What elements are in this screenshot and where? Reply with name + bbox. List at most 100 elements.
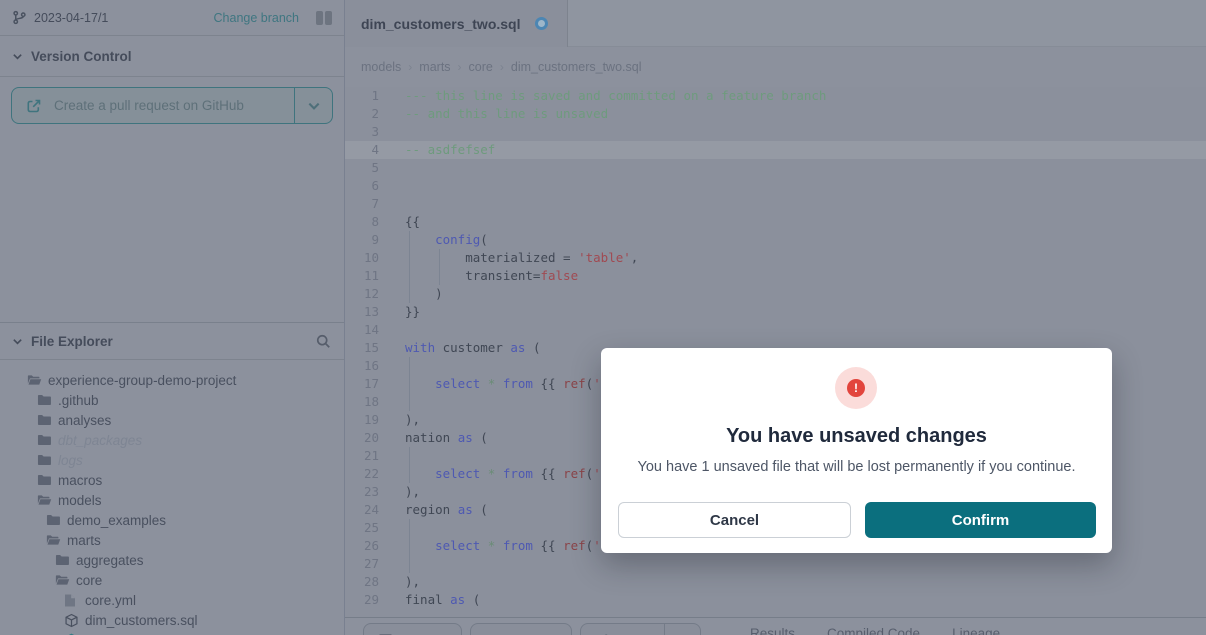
tree-item-marts[interactable]: marts <box>0 530 344 550</box>
line-number: 6 <box>345 177 379 195</box>
build-button[interactable]: Build <box>580 623 701 635</box>
tree-item-core-yml[interactable]: core.yml <box>0 590 344 610</box>
create-pr-button[interactable]: Create a pull request on GitHub <box>11 87 333 124</box>
tab-dim-customers-two[interactable]: dim_customers_two.sql <box>345 0 568 47</box>
line-number: 4 <box>345 141 379 159</box>
code-text: select * from {{ ref('s <box>405 375 608 393</box>
breadcrumb: models›marts›core›dim_customers_two.sql <box>345 47 1206 87</box>
code-line-4[interactable]: 4 -- asdfefsef <box>345 141 1206 159</box>
code-line-7[interactable]: 7 <box>345 195 1206 213</box>
alert-exclamation-icon: ! <box>847 379 865 397</box>
code-text: -- asdfefsef <box>405 141 495 159</box>
code-line-27[interactable]: 27 <box>345 555 1206 573</box>
indent-guide <box>409 519 410 537</box>
tab-results[interactable]: Results <box>750 626 795 635</box>
tab-lineage[interactable]: Lineage <box>952 626 1000 635</box>
code-text: --- this line is saved and committed on … <box>405 87 826 105</box>
tree-item--github[interactable]: .github <box>0 390 344 410</box>
code-line-10[interactable]: 10 materialized = 'table', <box>345 249 1206 267</box>
tab-bar: dim_customers_two.sql <box>345 0 1206 47</box>
code-text: nation as ( <box>405 429 488 447</box>
code-line-14[interactable]: 14 <box>345 321 1206 339</box>
file-explorer-header[interactable]: File Explorer <box>0 322 344 360</box>
file-explorer-title: File Explorer <box>31 334 113 349</box>
code-text: materialized = 'table', <box>405 249 638 267</box>
code-line-2[interactable]: 2-- and this line is unsaved <box>345 105 1206 123</box>
indent-guide <box>409 357 410 375</box>
folder-open-icon <box>27 373 42 388</box>
code-text: }} <box>405 303 420 321</box>
code-line-1[interactable]: 1 --- this line is saved and committed on… <box>345 87 1206 105</box>
line-number: 5 <box>345 159 379 177</box>
tree-item-experience-group-demo-project[interactable]: experience-group-demo-project <box>0 370 344 390</box>
indent-guide <box>409 555 410 573</box>
tree-item[interactable] <box>0 630 344 635</box>
tree-item-core[interactable]: core <box>0 570 344 590</box>
tree-item-label: models <box>58 493 102 508</box>
compile-button[interactable]: Compile <box>470 623 572 635</box>
breadcrumb-item[interactable]: marts <box>419 60 450 74</box>
editor-action-buttons: Preview Compile Build <box>363 623 701 635</box>
line-number: 17 <box>345 375 379 393</box>
code-line-8[interactable]: 8{{ <box>345 213 1206 231</box>
folder-open-icon <box>55 573 70 588</box>
version-control-title: Version Control <box>31 49 132 64</box>
line-number: 3 <box>345 123 379 141</box>
code-line-6[interactable]: 6 <box>345 177 1206 195</box>
breadcrumb-item[interactable]: dim_customers_two.sql <box>511 60 642 74</box>
folder-icon <box>37 413 52 428</box>
code-line-29[interactable]: 29final as ( <box>345 591 1206 609</box>
cancel-button[interactable]: Cancel <box>618 502 851 538</box>
line-number: 16 <box>345 357 379 375</box>
build-dropdown-caret[interactable] <box>664 624 700 635</box>
line-number: 21 <box>345 447 379 465</box>
breadcrumb-separator-icon: › <box>408 60 412 74</box>
code-line-9[interactable]: 9 config( <box>345 231 1206 249</box>
tree-item-models[interactable]: models <box>0 490 344 510</box>
tree-item-dbt-packages[interactable]: dbt_packages <box>0 430 344 450</box>
code-line-11[interactable]: 11 transient=false <box>345 267 1206 285</box>
model-cube-icon <box>64 613 79 628</box>
breadcrumb-item[interactable]: models <box>361 60 401 74</box>
tree-item-label: aggregates <box>76 553 144 568</box>
pr-dropdown-caret[interactable] <box>294 88 332 123</box>
code-text: ), <box>405 573 420 591</box>
docs-book-icon[interactable] <box>316 11 332 25</box>
alert-icon: ! <box>835 367 877 409</box>
code-line-5[interactable]: 5 <box>345 159 1206 177</box>
code-line-12[interactable]: 12 ) <box>345 285 1206 303</box>
breadcrumb-item[interactable]: core <box>469 60 493 74</box>
chevron-down-icon <box>12 51 23 62</box>
folder-icon <box>46 513 61 528</box>
preview-button[interactable]: Preview <box>363 623 462 635</box>
tree-item-logs[interactable]: logs <box>0 450 344 470</box>
code-line-3[interactable]: 3 <box>345 123 1206 141</box>
code-text: -- and this line is unsaved <box>405 105 608 123</box>
tree-item-analyses[interactable]: analyses <box>0 410 344 430</box>
confirm-button[interactable]: Confirm <box>865 502 1096 538</box>
search-icon[interactable] <box>315 333 332 350</box>
line-number: 20 <box>345 429 379 447</box>
tree-item-demo-examples[interactable]: demo_examples <box>0 510 344 530</box>
tree-item-label: logs <box>58 453 83 468</box>
version-control-header[interactable]: Version Control <box>0 36 344 77</box>
line-number: 11 <box>345 267 379 285</box>
tree-item-aggregates[interactable]: aggregates <box>0 550 344 570</box>
tree-item-label: core.yml <box>85 593 136 608</box>
code-text: region as ( <box>405 501 488 519</box>
code-line-13[interactable]: 13}} <box>345 303 1206 321</box>
tree-item-macros[interactable]: macros <box>0 470 344 490</box>
change-branch-link[interactable]: Change branch <box>214 11 299 25</box>
line-number: 22 <box>345 465 379 483</box>
tree-item-label: dbt_packages <box>58 433 142 448</box>
tree-item-label: dim_customers.sql <box>85 613 198 628</box>
line-number: 1 <box>345 87 379 105</box>
results-tabs: Results Compiled Code Lineage <box>750 626 1000 635</box>
tree-item-dim-customers-sql[interactable]: dim_customers.sql <box>0 610 344 630</box>
code-line-28[interactable]: 28), <box>345 573 1206 591</box>
tab-compiled-code[interactable]: Compiled Code <box>827 626 920 635</box>
line-number: 29 <box>345 591 379 609</box>
line-number: 18 <box>345 393 379 411</box>
external-link-icon <box>26 98 42 114</box>
folder-icon <box>37 453 52 468</box>
